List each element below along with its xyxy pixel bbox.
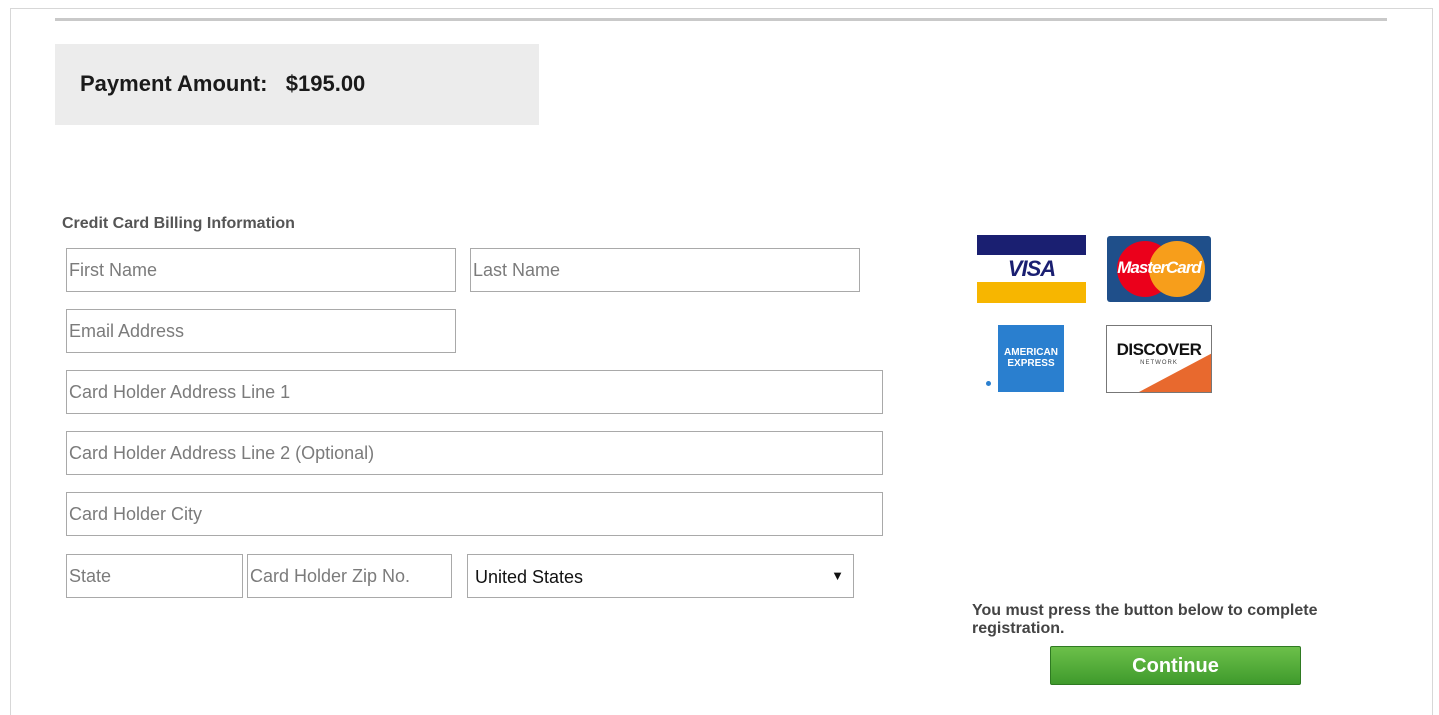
- top-divider: [55, 18, 1387, 21]
- discover-logo-text: DISCOVER: [1116, 340, 1202, 359]
- state-field[interactable]: [66, 554, 243, 598]
- amex-logo-text: AMERICAN EXPRESS: [1004, 347, 1058, 369]
- mastercard-logo-icon: MasterCard: [1107, 236, 1211, 302]
- visa-logo-icon: VISA: [977, 235, 1086, 303]
- email-field[interactable]: [66, 309, 456, 353]
- address-line1-field[interactable]: [66, 370, 883, 414]
- address-line2-field[interactable]: [66, 431, 883, 475]
- city-field[interactable]: [66, 492, 883, 536]
- continue-button[interactable]: Continue: [1050, 646, 1301, 685]
- payment-amount-label: Payment Amount:: [80, 71, 268, 96]
- zip-field[interactable]: [247, 554, 452, 598]
- country-select-value: United States: [475, 567, 584, 587]
- amex-logo-icon: AMERICAN EXPRESS: [986, 325, 1064, 392]
- mastercard-logo-text: MasterCard: [1117, 258, 1202, 277]
- billing-section-title: Credit Card Billing Information: [62, 215, 295, 232]
- payment-amount: Payment Amount: $195.00: [80, 71, 365, 97]
- registration-notice: You must press the button below to compl…: [972, 602, 1318, 637]
- discover-logo-subtext: NETWORK: [1140, 360, 1178, 366]
- first-name-field[interactable]: [66, 248, 456, 292]
- last-name-field[interactable]: [470, 248, 860, 292]
- visa-logo-text: VISA: [1007, 256, 1056, 281]
- country-select[interactable]: United States ▼: [467, 554, 854, 598]
- payment-amount-value: $195.00: [285, 71, 366, 96]
- discover-logo-icon: DISCOVER NETWORK: [1106, 325, 1212, 393]
- dropdown-arrow-icon: ▼: [831, 568, 844, 583]
